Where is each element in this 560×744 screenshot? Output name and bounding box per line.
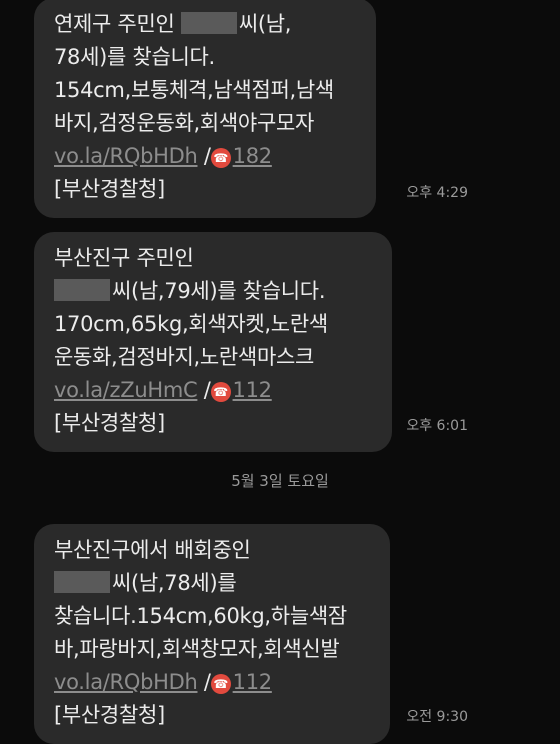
- message-line: 부산진구 주민인: [54, 246, 194, 270]
- message-bubble-3[interactable]: 부산진구에서 배회중인 씨(남,78세)를 찾습니다.154cm,60kg,하늘…: [34, 524, 390, 744]
- message-bubble-2[interactable]: 부산진구 주민인 씨(남,79세)를 찾습니다. 170cm,65kg,회색자켓…: [34, 232, 392, 452]
- phone-icon: ☎: [210, 382, 231, 402]
- short-link[interactable]: vo.la/RQbHDh: [54, 670, 198, 694]
- phone-icon: ☎: [210, 674, 231, 694]
- message-bubble-1[interactable]: 연제구 주민인 씨(남, 78세)를 찾습니다. 154cm,보통체격,남색점퍼…: [34, 0, 376, 218]
- date-separator: 5월 3일 토요일: [231, 472, 329, 490]
- message-text: 씨(남,: [238, 12, 292, 36]
- message-line: 154cm,보통체격,남색점퍼,남색: [54, 78, 334, 102]
- message-line: 찾습니다.154cm,60kg,하늘색잠: [54, 604, 347, 628]
- short-link[interactable]: vo.la/zZuHmC: [54, 378, 198, 402]
- message-line: 씨(남,79세)를 찾습니다.: [54, 275, 370, 308]
- phone-number: 182: [232, 144, 272, 168]
- phone-number: 112: [232, 670, 272, 694]
- message-line: 바,파랑바지,회색창모자,회색신발: [54, 637, 340, 661]
- message-text: 씨(남,78세)를: [112, 571, 237, 595]
- separator: /: [197, 378, 211, 402]
- separator: /: [197, 144, 211, 168]
- redacted-name: [54, 279, 110, 301]
- short-link[interactable]: vo.la/RQbHDh: [54, 144, 198, 168]
- message-line: 78세)를 찾습니다.: [54, 45, 215, 69]
- redacted-name: [180, 12, 237, 34]
- message-line: [부산경찰청]: [54, 411, 165, 435]
- message-line: 170cm,65kg,회색자켓,노란색: [54, 312, 328, 336]
- message-line: vo.la/RQbHDh / ☎ 182: [54, 140, 354, 173]
- message-text: 연제구 주민인: [54, 12, 181, 36]
- phone-link[interactable]: ☎ 112: [210, 378, 272, 402]
- message-line: [부산경찰청]: [54, 703, 165, 727]
- phone-link[interactable]: ☎ 182: [210, 144, 272, 168]
- message-line: 연제구 주민인 씨(남,: [54, 8, 354, 41]
- message-time: 오후 4:29: [406, 185, 468, 201]
- message-line: 운동화,검정바지,노란색마스크: [54, 345, 315, 369]
- phone-icon: ☎: [210, 148, 231, 168]
- message-line: vo.la/zZuHmC / ☎ 112: [54, 374, 370, 407]
- message-line: vo.la/RQbHDh / ☎ 112: [54, 666, 368, 699]
- phone-number: 112: [232, 378, 272, 402]
- separator: /: [197, 670, 211, 694]
- message-time: 오전 9:30: [406, 709, 468, 725]
- message-line: 바지,검정운동화,회색야구모자: [54, 111, 315, 135]
- message-line: 씨(남,78세)를: [54, 567, 368, 600]
- phone-link[interactable]: ☎ 112: [210, 670, 272, 694]
- message-line: 부산진구에서 배회중인: [54, 538, 251, 562]
- message-line: [부산경찰청]: [54, 177, 165, 201]
- message-text: 씨(남,79세)를 찾습니다.: [112, 279, 326, 303]
- message-time: 오후 6:01: [406, 418, 468, 434]
- redacted-name: [54, 571, 110, 593]
